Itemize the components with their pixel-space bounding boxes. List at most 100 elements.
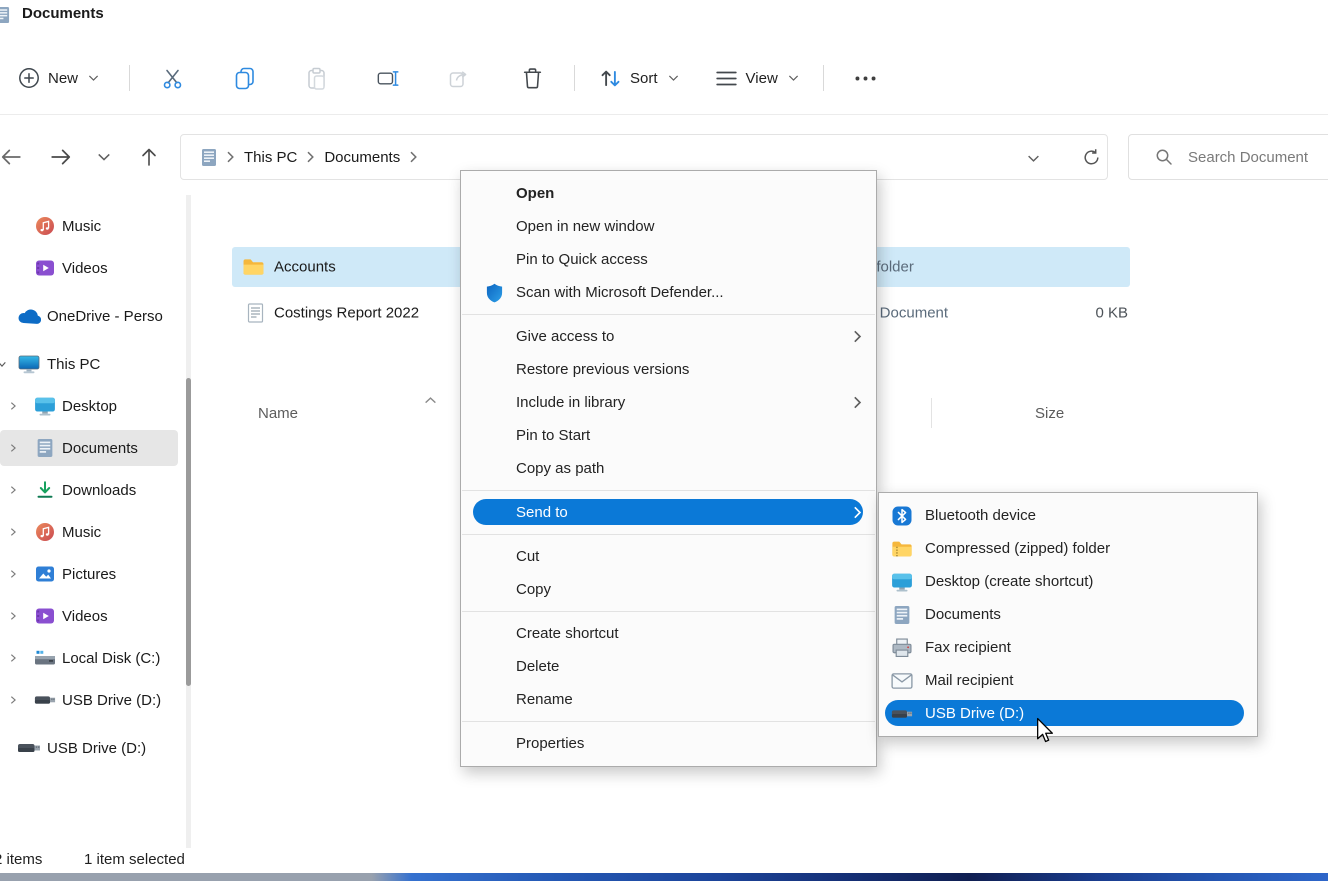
submenu-item-compressed-zipped-folder[interactable]: Compressed (zipped) folder bbox=[879, 532, 1257, 565]
refresh-icon[interactable] bbox=[1082, 148, 1101, 167]
sidebar-item-videos[interactable]: Videos bbox=[0, 598, 178, 634]
chevron-right-icon[interactable] bbox=[8, 442, 34, 454]
desktop-icon bbox=[34, 396, 62, 416]
menu-item-include-in-library[interactable]: Include in library bbox=[461, 386, 876, 419]
submenu-item-mail-recipient[interactable]: Mail recipient bbox=[879, 664, 1257, 697]
sidebar-item-downloads[interactable]: Downloads bbox=[0, 472, 178, 508]
menu-item-create-shortcut[interactable]: Create shortcut bbox=[461, 617, 876, 650]
chevron-right-icon[interactable] bbox=[8, 694, 34, 706]
sidebar-item-label: Desktop bbox=[62, 398, 117, 415]
menu-item-copy[interactable]: Copy bbox=[461, 573, 876, 606]
menu-item-rename[interactable]: Rename bbox=[461, 683, 876, 716]
breadcrumb-documents[interactable]: Documents bbox=[324, 149, 400, 166]
submenu-item-fax-recipient[interactable]: Fax recipient bbox=[879, 631, 1257, 664]
copy-button[interactable] bbox=[222, 58, 266, 98]
chevron-right-icon bbox=[853, 330, 862, 343]
sidebar-item-documents[interactable]: Documents bbox=[0, 430, 178, 466]
search-box[interactable] bbox=[1128, 134, 1328, 180]
menu-item-restore-previous-versions[interactable]: Restore previous versions bbox=[461, 353, 876, 386]
submenu-item-label: Mail recipient bbox=[925, 672, 1013, 689]
sidebar-section: OneDrive - Perso bbox=[0, 298, 186, 334]
chevron-right-icon[interactable] bbox=[226, 151, 235, 163]
share-button[interactable] bbox=[438, 58, 482, 98]
rename-button[interactable] bbox=[366, 58, 410, 98]
menu-item-copy-as-path[interactable]: Copy as path bbox=[461, 452, 876, 485]
file-name: Costings Report 2022 bbox=[274, 305, 419, 322]
sidebar-item-local-disk-c[interactable]: Local Disk (C:) bbox=[0, 640, 178, 676]
paste-button[interactable] bbox=[294, 58, 338, 98]
sidebar-item-onedrive-perso[interactable]: OneDrive - Perso bbox=[0, 298, 178, 334]
forward-button[interactable] bbox=[50, 147, 72, 167]
sidebar-section: This PC Desktop Documents Downloads Music Pic… bbox=[0, 346, 186, 718]
breadcrumb-this-pc[interactable]: This PC bbox=[244, 149, 297, 166]
sidebar-item-videos[interactable]: Videos bbox=[0, 250, 178, 286]
cut-button[interactable] bbox=[150, 58, 194, 98]
sort-button[interactable]: Sort bbox=[589, 58, 689, 98]
menu-item-cut[interactable]: Cut bbox=[461, 540, 876, 573]
sidebar-item-desktop[interactable]: Desktop bbox=[0, 388, 178, 424]
up-button[interactable] bbox=[138, 147, 160, 167]
toolbar-separator bbox=[823, 65, 824, 91]
chevron-spacer bbox=[0, 310, 17, 322]
chevron-down-icon[interactable] bbox=[0, 358, 17, 370]
sidebar-item-pictures[interactable]: Pictures bbox=[0, 556, 178, 592]
column-divider[interactable] bbox=[931, 398, 932, 428]
column-header-name[interactable]: Name bbox=[258, 405, 298, 422]
chevron-right-icon[interactable] bbox=[409, 151, 418, 163]
chevron-right-icon[interactable] bbox=[8, 484, 34, 496]
music-icon bbox=[34, 522, 62, 542]
menu-item-open-in-new-window[interactable]: Open in new window bbox=[461, 210, 876, 243]
sidebar-item-usb-drive-d[interactable]: USB Drive (D:) bbox=[0, 730, 178, 766]
delete-button[interactable] bbox=[510, 58, 554, 98]
menu-separator bbox=[462, 314, 875, 315]
menu-separator bbox=[462, 611, 875, 612]
menu-item-delete[interactable]: Delete bbox=[461, 650, 876, 683]
paste-icon bbox=[305, 67, 328, 90]
file-size: 0 KB bbox=[1000, 305, 1128, 322]
submenu-item-documents[interactable]: Documents bbox=[879, 598, 1257, 631]
view-label: View bbox=[746, 70, 778, 87]
chevron-right-icon[interactable] bbox=[8, 568, 34, 580]
thispc-icon bbox=[17, 354, 47, 374]
usb-icon bbox=[17, 738, 47, 758]
sidebar-item-usb-drive-d[interactable]: USB Drive (D:) bbox=[0, 682, 178, 718]
chevron-right-icon[interactable] bbox=[8, 526, 34, 538]
chevron-right-icon[interactable] bbox=[8, 652, 34, 664]
menu-item-label: Create shortcut bbox=[516, 625, 619, 642]
sidebar-item-music[interactable]: Music bbox=[0, 208, 178, 244]
mouse-cursor bbox=[1034, 716, 1056, 745]
recent-locations-button[interactable] bbox=[97, 152, 111, 162]
menu-separator bbox=[462, 490, 875, 491]
address-dropdown-icon[interactable] bbox=[1027, 154, 1040, 163]
back-button[interactable] bbox=[0, 147, 22, 167]
submenu-item-bluetooth-device[interactable]: Bluetooth device bbox=[879, 499, 1257, 532]
chevron-right-icon[interactable] bbox=[8, 610, 34, 622]
menu-item-pin-to-start[interactable]: Pin to Start bbox=[461, 419, 876, 452]
menu-item-open[interactable]: Open bbox=[461, 177, 876, 210]
menu-item-label: Pin to Quick access bbox=[516, 251, 648, 268]
menu-item-give-access-to[interactable]: Give access to bbox=[461, 320, 876, 353]
sidebar-item-this-pc[interactable]: This PC bbox=[0, 346, 178, 382]
context-menu: OpenOpen in new window Pin to Quick acces… bbox=[460, 170, 877, 767]
sidebar-item-music[interactable]: Music bbox=[0, 514, 178, 550]
status-bar: 2 items 1 item selected bbox=[0, 848, 1328, 873]
menu-item-properties[interactable]: Properties bbox=[461, 727, 876, 760]
submenu-item-usb-drive-d[interactable]: USB Drive (D:) bbox=[879, 697, 1257, 730]
sidebar-scrollbar-thumb[interactable] bbox=[186, 378, 191, 686]
menu-item-scan-with-microsoft-defender[interactable]: Scan with Microsoft Defender... bbox=[461, 276, 876, 309]
chevron-right-icon[interactable] bbox=[8, 400, 34, 412]
more-button[interactable] bbox=[844, 58, 888, 98]
menu-item-send-to[interactable]: Send to bbox=[461, 496, 876, 529]
view-button[interactable]: View bbox=[705, 58, 809, 98]
submenu-item-label: Fax recipient bbox=[925, 639, 1011, 656]
sidebar-item-label: Pictures bbox=[62, 566, 116, 583]
menu-item-label: Pin to Start bbox=[516, 427, 590, 444]
document-icon bbox=[247, 303, 264, 324]
submenu-item-label: USB Drive (D:) bbox=[925, 705, 1024, 722]
chevron-right-icon[interactable] bbox=[306, 151, 315, 163]
menu-item-pin-to-quick-access[interactable]: Pin to Quick access bbox=[461, 243, 876, 276]
column-header-size[interactable]: Size bbox=[1035, 405, 1064, 422]
new-button[interactable]: New bbox=[8, 58, 109, 98]
submenu-item-desktop-create-shortcut[interactable]: Desktop (create shortcut) bbox=[879, 565, 1257, 598]
search-input[interactable] bbox=[1186, 148, 1310, 167]
